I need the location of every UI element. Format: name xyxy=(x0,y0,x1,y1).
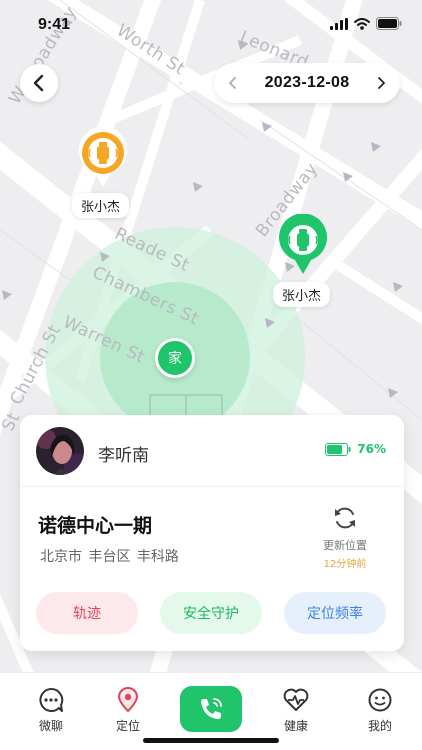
chevron-left-icon xyxy=(33,74,44,92)
prev-date-icon[interactable] xyxy=(228,76,238,90)
tab-health[interactable]: 健康 xyxy=(266,687,326,734)
tab-mine[interactable]: 我的 xyxy=(350,687,410,734)
refresh-icon xyxy=(335,507,355,529)
location-frequency-button[interactable]: 定位频率 xyxy=(284,592,386,634)
battery-icon xyxy=(325,442,351,456)
status-time: 9:41 xyxy=(38,16,71,33)
device-battery: 76% xyxy=(325,442,386,456)
device-name-orange: 张小杰 xyxy=(72,193,130,218)
chat-bubble-icon xyxy=(39,687,64,712)
home-indicator xyxy=(143,738,279,743)
device-info-card: 李听南 76% 诺德中心一期 北京市 丰台区 丰科路 更新位置 12分钟前 轨迹… xyxy=(20,415,404,651)
next-date-icon[interactable] xyxy=(376,76,386,90)
status-bar: 9:41 xyxy=(0,0,422,48)
avatar[interactable] xyxy=(36,427,84,475)
user-name: 李听南 xyxy=(98,446,149,466)
tab-chat-label: 微聊 xyxy=(38,719,63,733)
avatar-image xyxy=(36,427,84,475)
battery-status-icon xyxy=(376,17,402,30)
card-header: 李听南 76% xyxy=(20,415,404,487)
tab-locate[interactable]: 定位 xyxy=(98,687,158,734)
date-label: 2023-12-08 xyxy=(264,74,350,91)
device-name-green: 张小杰 xyxy=(273,282,331,307)
tab-chat[interactable]: 微聊 xyxy=(21,687,81,734)
smile-face-icon xyxy=(368,688,392,712)
back-button[interactable] xyxy=(20,64,58,102)
refresh-label: 更新位置 xyxy=(323,539,367,552)
home-marker[interactable]: 家 xyxy=(155,338,195,378)
place-title: 诺德中心一期 xyxy=(38,515,153,537)
refresh-location-button[interactable]: 更新位置 12分钟前 xyxy=(312,505,378,570)
wifi-icon xyxy=(354,17,370,30)
call-button[interactable] xyxy=(180,686,242,732)
watch-pin-icon xyxy=(79,126,127,187)
device-marker-green[interactable] xyxy=(277,213,329,280)
tab-locate-label: 定位 xyxy=(115,719,140,733)
date-selector: 2023-12-08 xyxy=(214,63,400,103)
signal-icon xyxy=(330,17,348,30)
place-address: 北京市 丰台区 丰科路 xyxy=(40,549,179,565)
battery-percent: 76% xyxy=(357,442,386,456)
tab-health-label: 健康 xyxy=(283,719,308,733)
watch-pin-icon xyxy=(279,213,327,274)
refresh-time-ago: 12分钟前 xyxy=(323,559,367,570)
safety-guard-button[interactable]: 安全守护 xyxy=(160,592,262,634)
status-icons xyxy=(330,17,402,30)
track-button[interactable]: 轨迹 xyxy=(36,592,138,634)
phone-call-icon xyxy=(201,698,222,719)
location-pin-icon xyxy=(117,687,139,713)
device-marker-orange[interactable] xyxy=(77,126,129,193)
tab-mine-label: 我的 xyxy=(367,719,392,733)
heart-pulse-icon xyxy=(283,688,309,711)
